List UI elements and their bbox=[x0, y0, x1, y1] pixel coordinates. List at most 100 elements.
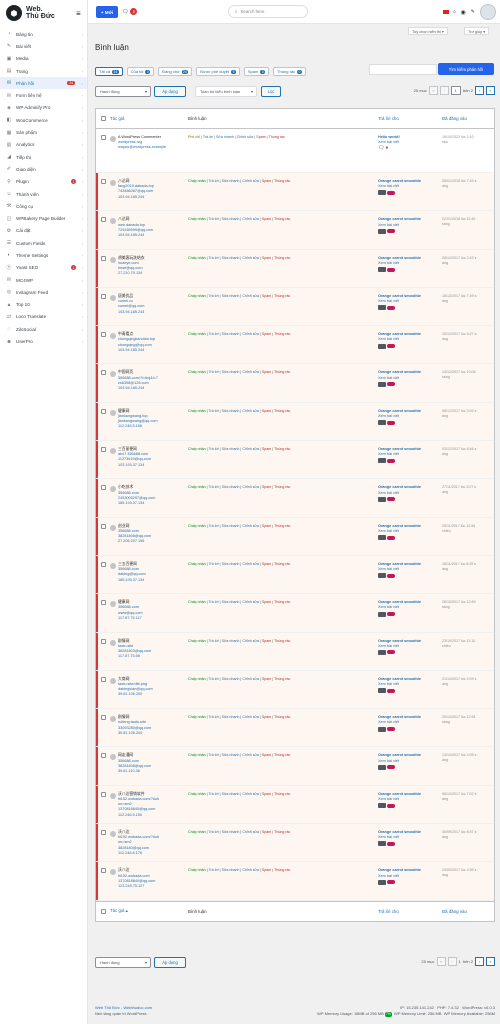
approve-link[interactable]: Chấp nhận bbox=[188, 179, 206, 183]
reply-link[interactable]: Trả lời bbox=[208, 677, 218, 681]
author-email-link[interactable]: 33093280@qq.com bbox=[118, 726, 151, 731]
quick-edit-link[interactable]: Sửa nhanh bbox=[222, 600, 240, 604]
trash-link[interactable]: Thùng rác bbox=[274, 715, 290, 719]
comment-count-bubble[interactable] bbox=[378, 381, 395, 387]
site-logo[interactable]: ⬢ Web. Thủ Đức bbox=[0, 0, 87, 26]
row-checkbox[interactable] bbox=[100, 255, 106, 261]
bulk-action-select-bottom[interactable]: Hành động ▾ bbox=[95, 957, 151, 968]
row-checkbox[interactable] bbox=[100, 638, 106, 644]
reply-link[interactable]: Trả lời bbox=[208, 600, 218, 604]
comment-type-select[interactable]: Toàn bộ kiểu bình luận ▾ bbox=[195, 86, 257, 97]
next-page-button[interactable]: › bbox=[475, 957, 484, 966]
author-ip-link[interactable]: 103.94.185.244 bbox=[118, 233, 153, 238]
last-page-button[interactable]: » bbox=[486, 86, 495, 95]
row-checkbox[interactable] bbox=[100, 135, 106, 140]
sidebar-item-17[interactable]: ☰ Custom Fields › bbox=[0, 237, 87, 249]
spam-link[interactable]: Spam bbox=[262, 370, 271, 374]
trash-link[interactable]: Thùng rác bbox=[274, 524, 290, 528]
approve-link[interactable]: Chấp nhận bbox=[188, 217, 206, 221]
approve-link[interactable]: Chấp nhận bbox=[188, 409, 206, 413]
spam-link[interactable]: Spam bbox=[262, 447, 271, 451]
eye-icon[interactable]: ◉ bbox=[461, 9, 466, 16]
trash-link[interactable]: Thùng rác bbox=[274, 447, 290, 451]
status-tab-0[interactable]: Tất cả 34 bbox=[95, 67, 123, 76]
row-checkbox[interactable] bbox=[100, 676, 106, 682]
spam-link[interactable]: Spam bbox=[262, 792, 271, 796]
quick-edit-link[interactable]: Sửa nhanh bbox=[222, 179, 240, 183]
approve-link[interactable]: Chấp nhận bbox=[188, 485, 206, 489]
quick-edit-link[interactable]: Sửa nhanh bbox=[222, 868, 240, 872]
view-post-link[interactable]: Xem bài viết bbox=[378, 835, 442, 840]
spam-link[interactable]: Spam bbox=[256, 135, 265, 139]
spam-link[interactable]: Spam bbox=[262, 715, 271, 719]
reply-link[interactable]: Trả lời bbox=[208, 447, 218, 451]
trash-link[interactable]: Thùng rác bbox=[274, 370, 290, 374]
quick-edit-link[interactable]: Sửa nhanh bbox=[216, 135, 234, 139]
spam-link[interactable]: Spam bbox=[262, 409, 271, 413]
edit-link[interactable]: Chỉnh sửa bbox=[242, 600, 259, 604]
row-checkbox[interactable] bbox=[100, 217, 106, 223]
author-ip-link[interactable]: 185.193.37.134 bbox=[118, 578, 146, 583]
sidebar-item-13[interactable]: ☺ Thành viên › bbox=[0, 188, 87, 200]
comment-count-bubble[interactable] bbox=[378, 305, 395, 311]
unapprove-link[interactable]: Phê chỉ bbox=[188, 135, 200, 139]
reply-link[interactable]: Trả lời bbox=[208, 562, 218, 566]
author-ip-link[interactable]: 39.81.110.36 bbox=[118, 769, 151, 774]
comment-count-bubble[interactable] bbox=[378, 726, 395, 732]
edit-link[interactable]: Chỉnh sửa bbox=[242, 447, 259, 451]
quick-edit-link[interactable]: Sửa nhanh bbox=[222, 639, 240, 643]
approve-link[interactable]: Chấp nhận bbox=[188, 792, 206, 796]
spam-link[interactable]: Spam bbox=[262, 753, 271, 757]
author-ip-link[interactable]: 117.87.75.117 bbox=[118, 616, 143, 621]
spam-link[interactable]: Spam bbox=[262, 639, 271, 643]
author-email-link[interactable]: 1370818840@qq.com bbox=[118, 807, 159, 812]
date-column-footer[interactable]: Đã đăng vào bbox=[442, 909, 467, 914]
view-post-link[interactable]: Xem bài viết bbox=[378, 452, 442, 457]
author-url-link[interactable]: 356688.com bbox=[118, 605, 143, 610]
comment-count-bubble[interactable] bbox=[378, 688, 395, 694]
approve-link[interactable]: Chấp nhận bbox=[188, 639, 206, 643]
select-all-checkbox-footer[interactable] bbox=[100, 908, 106, 914]
row-checkbox[interactable] bbox=[100, 485, 106, 491]
date-column-header[interactable]: Đã đăng vào bbox=[442, 116, 467, 121]
status-tab-4[interactable]: Spam 0 bbox=[243, 67, 270, 76]
sidebar-item-18[interactable]: ◐ Theme Settings › bbox=[0, 249, 87, 261]
edit-link[interactable]: Chỉnh sửa bbox=[242, 677, 259, 681]
author-column-header[interactable]: Tác giả bbox=[110, 116, 124, 121]
apply-button[interactable]: Áp dụng bbox=[154, 86, 186, 97]
reply-link[interactable]: Trả lời bbox=[208, 217, 218, 221]
quick-edit-link[interactable]: Sửa nhanh bbox=[222, 370, 240, 374]
trash-link[interactable]: Thùng rác bbox=[274, 562, 290, 566]
approve-link[interactable]: Chấp nhận bbox=[188, 370, 206, 374]
view-post-link[interactable]: Xem bài viết bbox=[378, 299, 442, 304]
spam-link[interactable]: Spam bbox=[262, 217, 271, 221]
quick-edit-link[interactable]: Sửa nhanh bbox=[222, 409, 240, 413]
comment-count-bubble[interactable] bbox=[378, 764, 395, 770]
trash-link[interactable]: Thùng rác bbox=[274, 753, 290, 757]
comment-count-bubble[interactable] bbox=[378, 420, 395, 426]
comment-search-input[interactable] bbox=[369, 64, 437, 75]
view-post-link[interactable]: Xem bài viết bbox=[378, 682, 442, 687]
author-ip-link[interactable]: 39.81.106.200 bbox=[118, 692, 153, 697]
reply-link[interactable]: Trả lời bbox=[208, 256, 218, 260]
comment-count-bubble[interactable] bbox=[378, 611, 395, 617]
spam-link[interactable]: Spam bbox=[262, 332, 271, 336]
sidebar-item-0[interactable]: ◔ Bảng tin › bbox=[0, 28, 87, 40]
approve-link[interactable]: Chấp nhận bbox=[188, 830, 206, 834]
approve-link[interactable]: Chấp nhận bbox=[188, 294, 206, 298]
sidebar-item-12[interactable]: ⚲ Plugin 1 › bbox=[0, 176, 87, 188]
reply-link[interactable]: Trả lời bbox=[208, 830, 218, 834]
view-post-link[interactable]: Xem bài viết bbox=[378, 567, 442, 572]
author-email-link[interactable]: 743486287@qq.com bbox=[118, 189, 154, 194]
author-email-link[interactable]: wapuu@wordpress.example bbox=[118, 145, 166, 150]
trash-link[interactable]: Thùng rác bbox=[274, 409, 290, 413]
quick-edit-link[interactable]: Sửa nhanh bbox=[222, 524, 240, 528]
row-checkbox[interactable] bbox=[100, 408, 106, 414]
view-post-link[interactable]: Xem bài viết bbox=[378, 223, 442, 228]
approve-link[interactable]: Chấp nhận bbox=[188, 332, 206, 336]
quick-edit-link[interactable]: Sửa nhanh bbox=[222, 715, 240, 719]
view-post-link[interactable]: Xem bài viết bbox=[378, 184, 442, 189]
sidebar-item-25[interactable]: ☻ UserPro › bbox=[0, 335, 87, 347]
sidebar-item-20[interactable]: ✉ MC4WP › bbox=[0, 274, 87, 286]
select-all-checkbox[interactable] bbox=[100, 116, 106, 121]
